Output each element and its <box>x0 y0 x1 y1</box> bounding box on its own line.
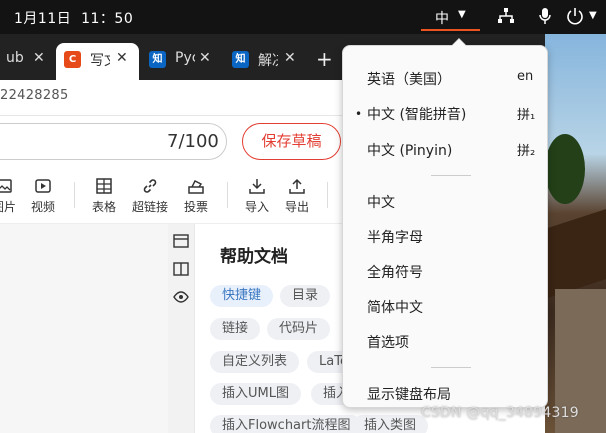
active-indicator <box>421 29 480 31</box>
chevron-down-icon: ▼ <box>458 9 466 20</box>
close-icon[interactable]: ✕ <box>284 50 296 66</box>
import-button[interactable]: 导入 <box>245 178 269 215</box>
wallpaper-tree <box>545 134 585 204</box>
wallpaper-roof <box>545 209 606 299</box>
network-icon[interactable] <box>497 7 515 25</box>
ime-item-shortcut: 拼₂ <box>517 144 536 159</box>
tab-zhihu-python[interactable]: 知 Pyc ✕ <box>141 43 220 80</box>
table-icon <box>96 178 112 194</box>
help-chip[interactable]: 自定义列表 <box>210 351 300 373</box>
export-icon <box>289 178 305 194</box>
menu-arrow <box>452 39 466 46</box>
zhihu-icon: 知 <box>232 51 249 68</box>
show-keyboard-layout-item[interactable]: 显示键盘布局 <box>367 384 451 406</box>
close-icon[interactable]: ✕ <box>199 50 211 66</box>
import-icon <box>249 179 265 194</box>
toolbar-divider <box>327 182 328 208</box>
power-icon[interactable] <box>566 7 584 25</box>
help-chip[interactable]: 插入UML图 <box>210 383 301 405</box>
ime-item-chinese-pinyin[interactable]: 中文 (Pinyin) 拼₂ <box>367 140 535 162</box>
ime-item-english-us[interactable]: 英语（美国） en <box>367 69 533 91</box>
insert-image-button[interactable]: 图片 <box>0 178 16 215</box>
export-button[interactable]: 导出 <box>285 178 309 215</box>
save-draft-button[interactable]: 保存草稿 <box>242 123 341 160</box>
vote-icon <box>188 180 204 194</box>
clock[interactable]: 1月11日 11：50 <box>14 8 133 28</box>
toolbar-divider <box>227 182 228 208</box>
chevron-down-icon[interactable]: ▼ <box>589 10 597 21</box>
tool-label: 导出 <box>285 200 310 214</box>
input-method-indicator[interactable]: 中 ▼ <box>421 0 480 34</box>
help-title: 帮助文档 <box>220 247 288 267</box>
help-chip[interactable]: 目录 <box>280 285 331 307</box>
menu-separator <box>431 175 471 176</box>
tool-label: 图片 <box>0 200 17 214</box>
tab-zhihu-solve[interactable]: 知 解决 ✕ <box>224 43 308 80</box>
help-chip[interactable]: 代码片 <box>267 318 331 340</box>
ime-item-chinese-smart-pinyin[interactable]: 中文 (智能拼音) 拼₁ <box>367 104 535 126</box>
help-side-rail <box>168 224 195 433</box>
insert-video-button[interactable]: 视频 <box>31 178 55 215</box>
ime-item-shortcut: 拼₁ <box>517 108 536 123</box>
close-icon[interactable]: ✕ <box>116 50 128 66</box>
split-view-icon[interactable] <box>173 262 189 276</box>
tool-label: 超链接 <box>132 200 169 214</box>
ime-item-label: 中文 (智能拼音) <box>367 107 467 123</box>
insert-vote-button[interactable]: 投票 <box>184 178 208 215</box>
help-chip[interactable]: 链接 <box>210 318 261 340</box>
zhihu-icon: 知 <box>149 51 166 68</box>
markdown-editor-area[interactable] <box>0 224 168 433</box>
csdn-watermark: CSDN @qq_34894319 <box>421 405 579 421</box>
system-top-bar: 1月11日 11：50 中 ▼ ▼ <box>0 0 606 34</box>
ime-item-shortcut: en <box>517 69 534 84</box>
link-icon <box>143 179 157 193</box>
insert-table-button[interactable]: 表格 <box>92 178 116 215</box>
tool-label: 视频 <box>31 200 56 214</box>
microphone-icon[interactable] <box>538 7 552 25</box>
selected-dot-icon: • <box>355 107 363 121</box>
tab-title: 解决 <box>258 53 278 69</box>
ime-option-half-width-letters[interactable]: 半角字母 <box>367 227 423 249</box>
tab-ubuntu[interactable]: ub ✕ <box>0 43 50 80</box>
help-chip[interactable]: 插入类图 <box>352 415 429 433</box>
url-text: 22428285 <box>0 88 69 103</box>
layout-top-icon[interactable] <box>173 234 189 248</box>
close-icon[interactable]: ✕ <box>33 50 45 66</box>
preview-eye-icon[interactable] <box>173 290 189 304</box>
input-method-label: 中 <box>435 11 449 27</box>
help-chip[interactable]: 快捷键 <box>210 285 274 307</box>
ime-option-simplified-chinese[interactable]: 简体中文 <box>367 297 423 319</box>
input-method-menu: 英语（美国） en • 中文 (智能拼音) 拼₁ 中文 (Pinyin) 拼₂ … <box>342 38 548 408</box>
desktop-wallpaper <box>545 34 606 433</box>
title-char-count: 7/100 <box>167 131 219 152</box>
ime-option-chinese-mode[interactable]: 中文 <box>367 192 395 214</box>
video-icon <box>35 179 51 193</box>
ime-option-full-width-punct[interactable]: 全角符号 <box>367 262 423 284</box>
tab-title: Pyc <box>175 50 195 66</box>
toolbar-divider <box>74 182 75 208</box>
image-icon <box>0 179 12 193</box>
tab-title: 写文 <box>90 53 110 69</box>
menu-separator <box>431 367 471 368</box>
insert-link-button[interactable]: 超链接 <box>132 178 168 215</box>
ime-item-label: 英语（美国） <box>367 72 451 88</box>
new-tab-button[interactable]: + <box>316 47 333 71</box>
tool-label: 投票 <box>184 200 209 214</box>
help-chip[interactable]: 插入Flowchart流程图 <box>210 415 363 433</box>
ime-option-preferences[interactable]: 首选项 <box>367 332 409 354</box>
tool-label: 表格 <box>92 200 117 214</box>
tab-csdn-write[interactable]: C 写文 ✕ <box>56 43 139 80</box>
ime-item-label: 中文 (Pinyin) <box>367 143 453 159</box>
tool-label: 导入 <box>245 200 270 214</box>
tab-title: ub <box>6 50 24 66</box>
csdn-icon: C <box>64 51 81 68</box>
